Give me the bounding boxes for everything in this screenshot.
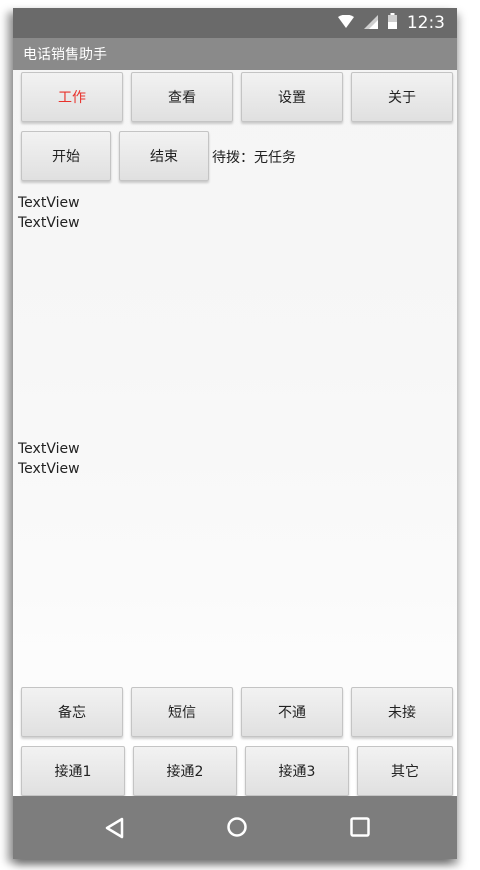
back-icon[interactable] — [104, 817, 124, 843]
main-content: 工作 查看 设置 关于 开始 结束 待拨：无任务 TextView TextVi… — [13, 70, 457, 796]
start-button[interactable]: 开始 — [21, 131, 111, 181]
status-bar: 12:3 — [13, 8, 457, 38]
connected-3-button[interactable]: 接通3 — [245, 746, 349, 796]
text-view: TextView — [18, 215, 80, 231]
status-icons: 12:3 — [337, 8, 445, 38]
app-title: 电话销售助手 — [23, 47, 107, 63]
wifi-icon — [337, 14, 354, 33]
text-view: TextView — [18, 441, 80, 457]
missed-button[interactable]: 未接 — [351, 687, 453, 737]
action-bar: 电话销售助手 — [13, 38, 457, 70]
sms-button[interactable]: 短信 — [131, 687, 233, 737]
tab-settings[interactable]: 设置 — [241, 72, 343, 122]
other-button[interactable]: 其它 — [357, 746, 453, 796]
home-icon[interactable] — [226, 816, 248, 842]
battery-icon — [387, 13, 397, 33]
navigation-bar — [13, 796, 457, 859]
tab-about[interactable]: 关于 — [351, 72, 453, 122]
device-screen: 12:3 电话销售助手 工作 查看 设置 关于 开始 结束 待拨：无任务 Tex… — [13, 8, 457, 859]
tab-view[interactable]: 查看 — [131, 72, 233, 122]
end-button[interactable]: 结束 — [119, 131, 209, 181]
pending-status-text: 待拨：无任务 — [212, 150, 296, 166]
connected-2-button[interactable]: 接通2 — [133, 746, 237, 796]
text-view: TextView — [18, 461, 80, 477]
not-connected-button[interactable]: 不通 — [241, 687, 343, 737]
memo-button[interactable]: 备忘 — [21, 687, 123, 737]
screen-frame: 12:3 电话销售助手 工作 查看 设置 关于 开始 结束 待拨：无任务 Tex… — [0, 0, 480, 870]
status-time: 12:3 — [406, 13, 445, 33]
connected-1-button[interactable]: 接通1 — [21, 746, 125, 796]
text-view: TextView — [18, 195, 80, 211]
recents-icon[interactable] — [350, 817, 370, 841]
tab-work[interactable]: 工作 — [21, 72, 123, 122]
cell-signal-icon — [363, 14, 378, 33]
